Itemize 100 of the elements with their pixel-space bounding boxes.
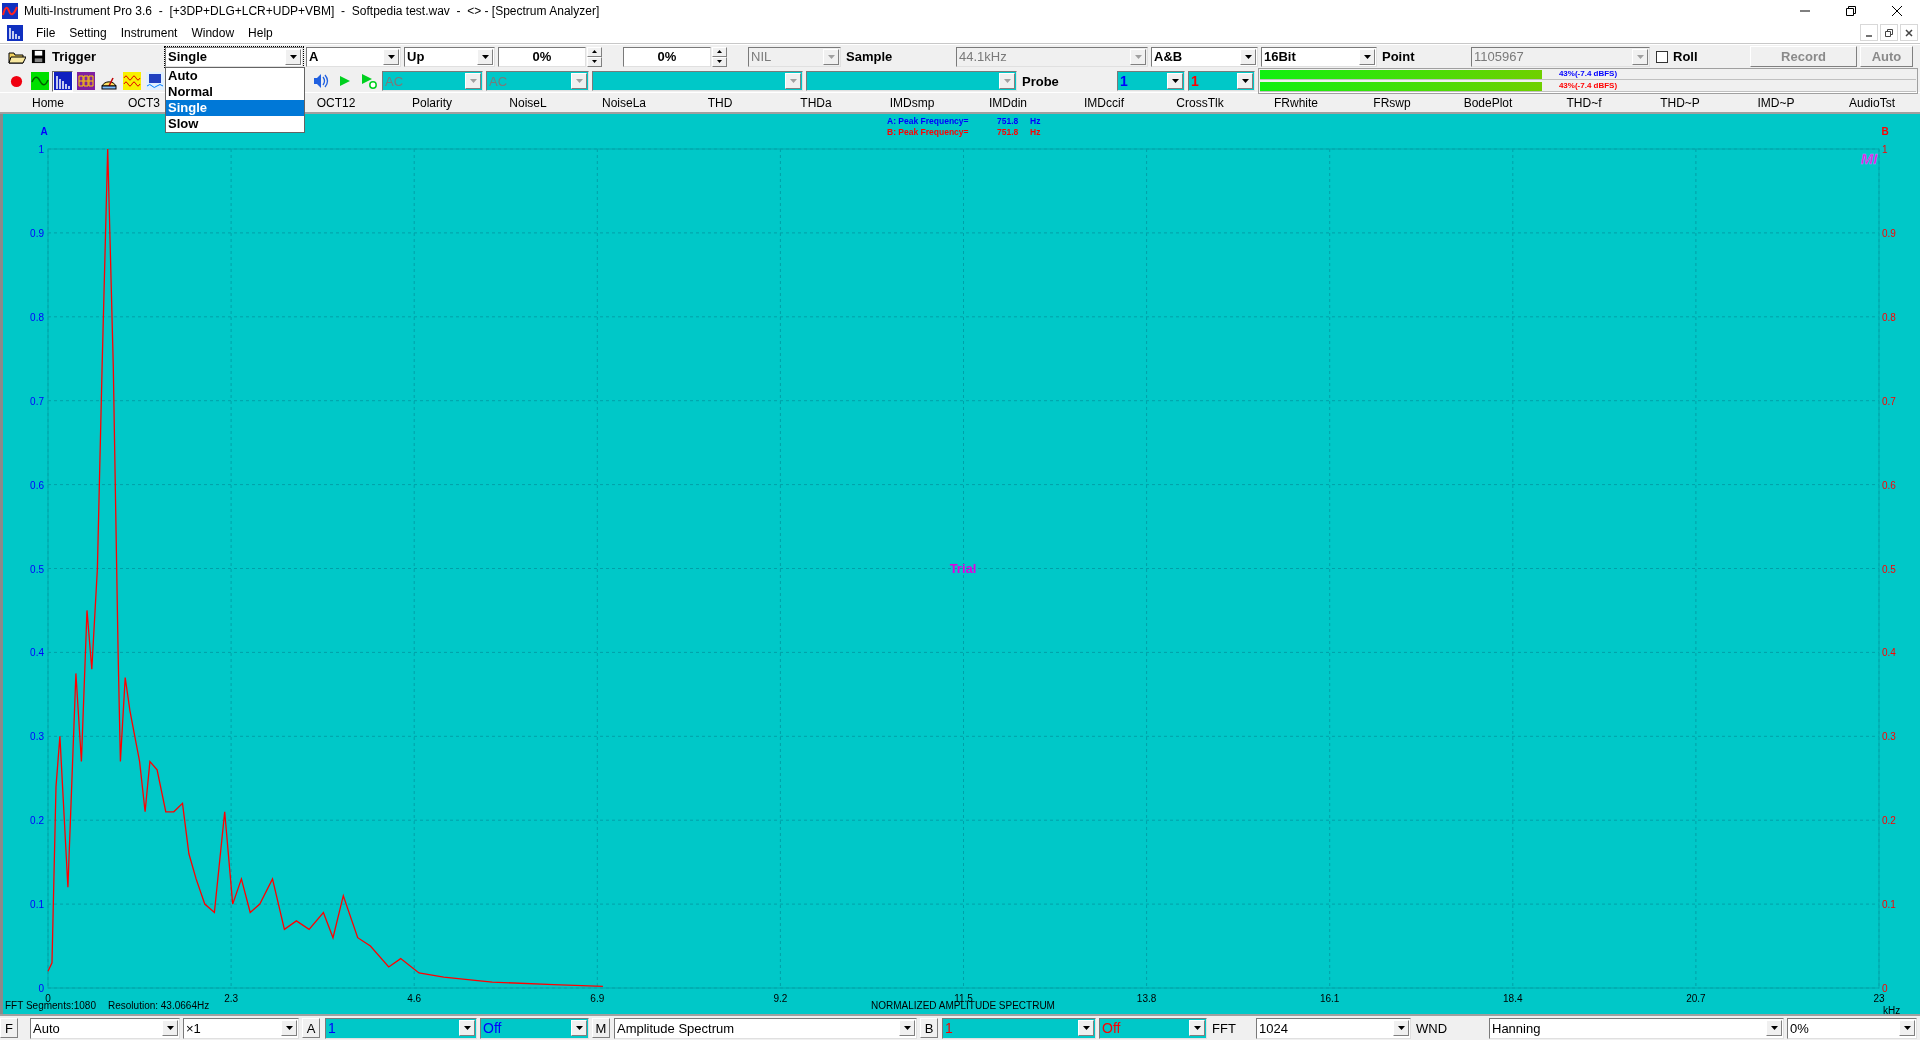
axis-tick-label: 0.5 [1882,563,1896,575]
dropdown-option[interactable]: Normal [166,83,304,100]
dropdown-option[interactable]: Auto [166,67,304,84]
tab[interactable]: IMDsmp [885,94,939,111]
axis-tick-label: 0.4 [1882,647,1896,659]
caret-icon[interactable] [1359,48,1375,65]
app-logo-icon [2,3,18,19]
tab[interactable]: CrossTlk [1172,94,1228,111]
dropdown[interactable]: 16Bit [1261,46,1377,67]
tab[interactable]: THD [703,94,737,111]
dropdown[interactable]: Hanning [1489,1017,1784,1039]
axis-unit-label: kHz [1883,1005,1901,1014]
caret-icon[interactable] [571,1020,587,1036]
minimize-button[interactable] [1860,24,1878,41]
tab[interactable]: Polarity [408,94,456,111]
caret-icon[interactable] [899,1020,915,1036]
spin-up-button[interactable] [712,46,727,57]
dropdown[interactable]: Auto [30,1017,180,1039]
caret-icon[interactable] [477,48,493,65]
caret-icon[interactable] [1189,1020,1205,1036]
spin-field[interactable]: 0% [623,46,711,67]
caret-icon[interactable] [162,1020,178,1036]
tab[interactable]: THD~f [1562,94,1606,111]
caret-icon[interactable] [459,1020,475,1036]
spin-down-button[interactable] [712,56,727,67]
resolution-text: Resolution: 43.0664Hz [108,1000,210,1011]
tab[interactable]: NoiseL [505,94,551,111]
menu-item[interactable]: Window [184,25,242,40]
restore-icon [1846,6,1856,16]
caret-icon[interactable] [1237,73,1253,89]
axis-tick-label: 0.8 [30,311,44,323]
spin-field[interactable]: 0% [498,46,586,67]
level-reading: 43%(-7.4 dBFS) [1558,81,1618,91]
tab[interactable]: OCT12 [312,94,360,111]
toolbar-label: Sample [845,49,893,64]
caret-icon[interactable] [1766,1020,1782,1036]
caret-icon[interactable] [1240,48,1256,65]
restore-button[interactable] [1880,24,1898,41]
toolbar-label: Trigger [51,49,97,64]
spin-down-button[interactable] [587,56,602,67]
menu-item[interactable]: Setting [62,25,114,40]
axis-tick-label: 0.1 [30,899,44,911]
caret-icon[interactable] [285,48,301,65]
tab[interactable]: OCT3 [124,94,164,111]
menu-item[interactable]: File [29,25,63,40]
tab[interactable]: IMDdin [985,94,1031,111]
dropdown[interactable]: 1024 [1256,1017,1411,1039]
dropdown-option[interactable]: Slow [166,115,304,132]
dropdown[interactable]: A&B [1151,46,1258,67]
spin-up-button[interactable] [587,46,602,57]
axis-label: B [1881,126,1889,137]
checkbox[interactable] [1656,50,1668,63]
peak-frequency-value: 751.8 [997,116,1019,126]
dropdown[interactable]: 1 [325,1017,477,1039]
close-button[interactable] [1900,24,1918,41]
tab[interactable]: Home [28,94,68,111]
tab[interactable]: IMDccif [1080,94,1128,111]
tab[interactable]: IMD~P [1753,94,1799,111]
tab[interactable]: AudioTst [1845,94,1899,111]
toolbar-label: Point [1381,49,1415,64]
axis-tick-label: 4.6 [407,993,422,1004]
up-arrow-icon [717,50,722,53]
axis-tick-label: 0.6 [1882,479,1896,491]
digital-display-icon[interactable] [75,70,96,92]
restore-icon [1885,28,1893,37]
menu-item[interactable]: Help [241,25,280,40]
tab[interactable]: THDa [796,94,836,111]
dropdown[interactable]: ×1 [183,1017,299,1039]
dropdown-option[interactable]: Single [166,99,304,116]
tab[interactable]: THD~P [1656,94,1704,111]
caret-icon[interactable] [281,1020,297,1036]
caret-icon[interactable] [1167,73,1183,89]
dropdown[interactable]: Off [480,1017,589,1039]
caret-icon[interactable] [1078,1020,1094,1036]
peak-frequency-label: A: Peak Frequency= [887,116,969,126]
tab[interactable]: FRwhite [1270,94,1322,111]
dropdown[interactable]: Amplitude Spectrum [614,1017,917,1039]
tab[interactable]: FRswp [1369,94,1415,111]
caret-icon[interactable] [383,48,399,65]
axis-tick-label: 13.8 [1136,993,1157,1004]
dut-icon[interactable] [144,70,165,92]
caret-icon[interactable] [1393,1020,1409,1036]
tab[interactable]: NoiseLa [598,94,650,111]
dropdown[interactable]: A [306,46,401,67]
axis-label: A [40,126,48,137]
toolbar-label: WND [1415,1020,1448,1036]
caret-icon[interactable] [1899,1020,1915,1036]
spectrum-icon[interactable] [52,70,73,92]
axis-tick-label: 20.7 [1686,993,1706,1004]
peak-frequency-value: 751.8 [997,127,1019,137]
minimize-icon [1866,35,1872,37]
tab[interactable]: BodePlot [1459,94,1517,111]
dropdown[interactable]: 1 [1117,71,1185,91]
oscilloscope-icon[interactable] [29,70,50,92]
dropdown[interactable]: 0% [1787,1017,1917,1039]
dropdown[interactable]: Up [404,46,495,67]
axis-tick-label: 0.2 [30,815,44,827]
spectrum-icon[interactable] [7,24,23,41]
menu-item[interactable]: Instrument [113,25,185,40]
sweep-icon[interactable] [121,70,142,92]
